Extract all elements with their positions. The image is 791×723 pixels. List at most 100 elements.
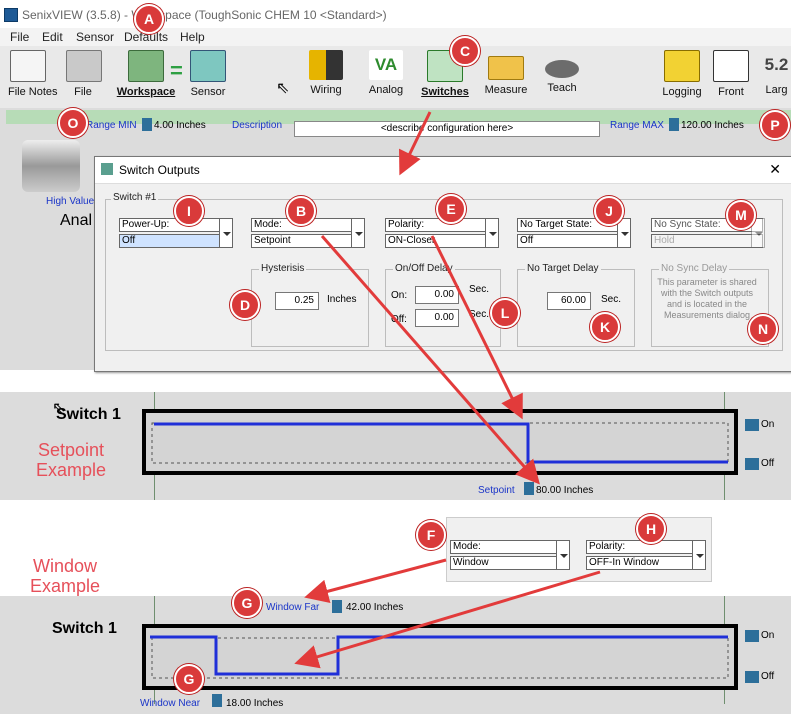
window-mode-select[interactable]: Window [450,556,562,570]
on-delay-input[interactable]: 0.00 [415,286,459,304]
toolbar: File Notes File Workspace = Sensor ⇖ Wir… [0,46,791,109]
badge-p: P [760,110,790,140]
window-mode-dropdown-arrow[interactable] [556,540,570,570]
off-delay-input[interactable]: 0.00 [415,309,459,327]
off-delay-unit: Sec. [469,309,490,320]
description-input[interactable]: <describe configuration here> [294,121,600,137]
badge-b: B [286,196,316,226]
off-level-marker [745,458,759,470]
window-off-level-label: Off [761,671,775,682]
mode-dropdown-arrow[interactable] [351,218,365,248]
window-polarity-select[interactable]: OFF-In Window [586,556,698,570]
measure-button[interactable]: Measure [484,50,528,106]
menu-help[interactable]: Help [180,30,205,44]
badge-h: H [636,514,666,544]
polarity-select[interactable]: ON-Closer [385,234,497,248]
window-off-level-marker [745,671,759,683]
analog-button[interactable]: VA Analog [366,50,406,106]
setpoint-switch-state-line [154,422,728,464]
no-sync-delay-title: No Sync Delay [659,263,730,274]
mode-select[interactable]: Setpoint [251,234,363,248]
window-far-marker[interactable] [332,600,342,613]
dialog-title-bar: Switch Outputs ✕ [95,157,791,184]
no-target-state-dropdown-arrow[interactable] [617,218,631,248]
range-min-label[interactable]: Range MIN [86,120,137,131]
dialog-icon [101,163,113,175]
badge-e: E [436,194,466,224]
range-max-marker[interactable] [669,118,679,131]
window-mode-label: Mode: [450,540,562,554]
folder-icon [66,50,102,82]
menu-file[interactable]: File [10,30,29,44]
pencil-icon [128,50,164,82]
teach-icon [545,60,579,78]
setpoint-caption: Setpoint Example [36,440,106,480]
sensor-image [22,140,80,192]
power-up-label: Power-Up: [119,218,231,232]
badge-g-near: G [174,664,204,694]
setpoint-switch-label: Switch 1 [56,406,121,423]
window-title: SenixVIEW (3.5.8) - Workspace (ToughSoni… [22,8,387,22]
equals-icon: = [170,58,183,83]
setpoint-caption-line2: Example [36,460,107,480]
polarity-dropdown-arrow[interactable] [485,218,499,248]
large-button[interactable]: 5.2 Larg [762,50,791,106]
off-delay-label: Off: [391,314,407,325]
hysteresis-input[interactable]: 0.25 [275,292,319,310]
menu-edit[interactable]: Edit [42,30,63,44]
hysteresis-title: Hysterisis [259,263,307,274]
power-up-dropdown-arrow[interactable] [219,218,233,248]
setpoint-value: 80.00 Inches [536,485,594,496]
cursor-icon: ⇖ [276,80,290,97]
file-button[interactable]: File [66,50,102,106]
dialog-title: Switch Outputs [119,163,200,177]
front-button[interactable]: Front [712,50,750,106]
on-delay-label: On: [391,290,408,301]
setpoint-caption-line1: Setpoint [37,440,105,460]
badge-j: J [594,196,624,226]
high-value-label[interactable]: High Value [46,196,94,207]
menu-sensor[interactable]: Sensor [76,30,114,44]
badge-n: N [748,314,778,344]
setpoint-hysteresis-band [151,422,729,464]
range-max-label[interactable]: Range MAX [610,120,664,131]
close-icon[interactable]: ✕ [769,161,781,178]
wiring-button[interactable]: Wiring [306,50,346,106]
file-notes-button[interactable]: File Notes [8,50,58,106]
setpoint-marker[interactable] [524,482,534,495]
description-label: Description [232,120,283,131]
large-icon: 5.2 [764,55,789,74]
wiring-icon [309,50,343,80]
teach-button[interactable]: Teach [542,50,582,106]
ruler-icon [488,56,524,80]
power-up-select[interactable]: Off [119,234,231,248]
window-near-marker[interactable] [212,694,222,707]
on-level-marker [745,419,759,431]
menu-bar: File Edit Sensor Defaults Help [0,28,791,46]
badge-l: L [490,298,520,328]
setpoint-label[interactable]: Setpoint [478,485,515,496]
window-far-value: 42.00 Inches [346,602,404,613]
analog-label: Anal [60,212,93,229]
badge-a: A [134,4,164,34]
range-min-value: 4.00 Inches [154,120,206,131]
badge-c: C [450,36,480,66]
no-sync-delay-note: This parameter is shared with the Switch… [657,277,757,320]
window-polarity-dropdown-arrow[interactable] [692,540,706,570]
title-bar: SenixVIEW (3.5.8) - Workspace (ToughSoni… [0,0,791,28]
sensor-button[interactable]: Sensor [188,50,228,106]
no-target-delay-title: No Target Delay [525,263,601,274]
setpoint-signal-trace [151,422,729,464]
no-target-delay-unit: Sec. [601,294,622,305]
no-target-delay-input[interactable]: 60.00 [547,292,591,310]
badge-g-far: G [232,588,262,618]
window-far-label[interactable]: Window Far [266,602,319,613]
window-near-label[interactable]: Window Near [140,698,200,709]
window-near-value: 18.00 Inches [226,698,284,709]
no-target-state-select[interactable]: Off [517,234,629,248]
on-level-label: On [761,419,775,430]
sensor-icon [190,50,226,82]
logging-button[interactable]: Logging [662,50,702,106]
range-min-marker[interactable] [142,118,152,131]
window-polarity-label: Polarity: [586,540,698,554]
